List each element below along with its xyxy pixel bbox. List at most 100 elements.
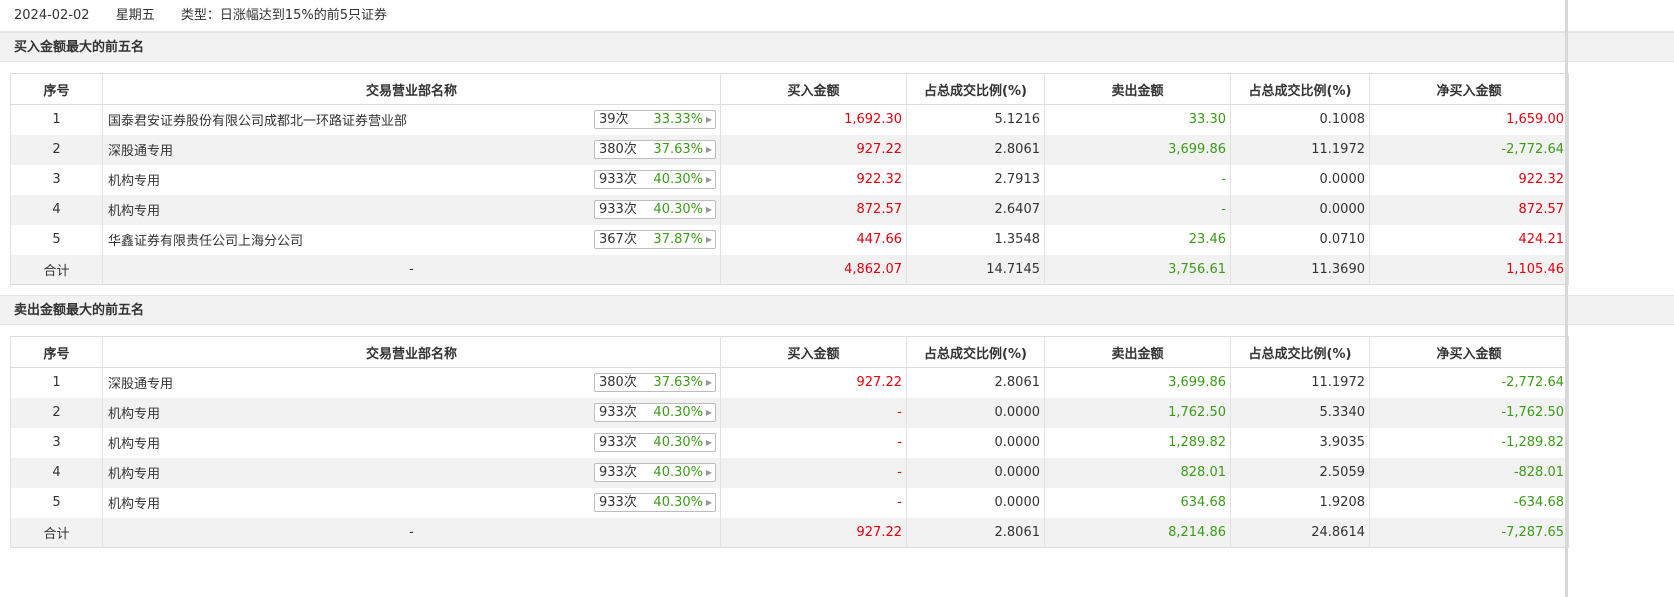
broker-cell: 深股通专用 380次 37.63% ▶ bbox=[102, 134, 721, 165]
vertical-scrollbar[interactable] bbox=[1565, 0, 1568, 597]
buy-section-title: 买入金额最大的前五名 bbox=[0, 32, 1674, 62]
broker-name-link[interactable]: 国泰君安证券股份有限公司成都北一环路证券营业部 bbox=[108, 114, 407, 129]
triangle-right-icon: ▶ bbox=[705, 204, 712, 214]
broker-stats-button[interactable]: 380次 37.63% ▶ bbox=[594, 139, 716, 159]
total-sell-amount: 8,214.86 bbox=[1044, 517, 1231, 548]
sell-percent: 1.9208 bbox=[1230, 487, 1370, 518]
triangle-right-icon: ▶ bbox=[705, 378, 712, 387]
buy-table-container: 序号 交易营业部名称 买入金额 占总成交比例(%) 卖出金额 占总成交比例(%)… bbox=[10, 73, 1668, 285]
table-row: 4 机构专用 933次 40.30% ▶ 872.57 2.6407-0.0000 872.5… bbox=[10, 194, 1569, 225]
buy-amount: 447.66 bbox=[720, 224, 907, 255]
table-row: 1 国泰君安证券股份有限公司成都北一环路证券营业部 39次 33.33% ▶ 1,692.… bbox=[10, 104, 1569, 135]
buy-percent: 2.6407 bbox=[906, 194, 1045, 225]
broker-name-link[interactable]: 华鑫证券有限责任公司上海分公司 bbox=[108, 234, 303, 249]
total-broker: - bbox=[102, 254, 721, 285]
broker-cell: 机构专用 933次 40.30% ▶ bbox=[102, 194, 721, 225]
times-count: 933次 bbox=[599, 201, 637, 217]
net-amount: 1,659.00 bbox=[1369, 104, 1569, 135]
success-rate: 37.63% bbox=[653, 141, 703, 157]
net-amount: 424.21 bbox=[1369, 224, 1569, 255]
buy-percent: 2.8061 bbox=[906, 367, 1045, 398]
buy-percent: 0.0000 bbox=[906, 487, 1045, 518]
total-net-amount: -7,287.65 bbox=[1369, 517, 1569, 548]
broker-name-link[interactable]: 机构专用 bbox=[108, 437, 160, 452]
buy-amount: 1,692.30 bbox=[720, 104, 907, 135]
buy-percent: 0.0000 bbox=[906, 427, 1045, 458]
success-rate: 40.30% bbox=[653, 464, 703, 480]
broker-stats-button[interactable]: 380次 37.63% ▶ bbox=[594, 373, 716, 392]
total-label: 合计 bbox=[10, 517, 103, 548]
sell-amount: - bbox=[1044, 194, 1231, 225]
net-amount: -2,772.64 bbox=[1369, 134, 1569, 165]
broker-cell: 国泰君安证券股份有限公司成都北一环路证券营业部 39次 33.33% ▶ bbox=[102, 104, 721, 135]
triangle-right-icon: ▶ bbox=[705, 144, 712, 154]
broker-name-link[interactable]: 机构专用 bbox=[108, 467, 160, 482]
success-rate: 40.30% bbox=[653, 434, 703, 450]
buy-amount: 922.32 bbox=[720, 164, 907, 195]
sell-table: 序号 交易营业部名称 买入金额 占总成交比例(%) 卖出金额 占总成交比例(%)… bbox=[10, 336, 1569, 548]
buy-percent: 2.8061 bbox=[906, 134, 1045, 165]
sell-percent: 3.9035 bbox=[1230, 427, 1370, 458]
row-no: 4 bbox=[10, 194, 103, 225]
sell-amount: 828.01 bbox=[1044, 457, 1231, 488]
times-count: 367次 bbox=[599, 231, 637, 247]
row-no: 4 bbox=[10, 457, 103, 488]
type-label: 类型：日涨幅达到15%的前5只证券 bbox=[180, 8, 388, 23]
times-count: 933次 bbox=[599, 494, 637, 510]
triangle-right-icon: ▶ bbox=[705, 174, 712, 184]
net-amount: -2,772.64 bbox=[1369, 367, 1569, 398]
table-row: 1 深股通专用 380次 37.63% ▶ 927.22 2.8061 3,699.86 11.… bbox=[10, 367, 1569, 398]
sell-percent: 0.0000 bbox=[1230, 164, 1370, 195]
broker-name-link[interactable]: 机构专用 bbox=[108, 204, 160, 219]
col-header-net: 净买入金额 bbox=[1369, 73, 1569, 105]
buy-percent: 0.0000 bbox=[906, 457, 1045, 488]
buy-amount: 927.22 bbox=[720, 367, 907, 398]
total-row: 合计 -927.22 2.8061 8,214.86 24.8614 -7,287.65 bbox=[10, 517, 1569, 548]
net-amount: 872.57 bbox=[1369, 194, 1569, 225]
broker-stats-button[interactable]: 933次 40.30% ▶ bbox=[594, 432, 716, 452]
broker-stats-button[interactable]: 933次 40.30% ▶ bbox=[594, 462, 716, 482]
success-rate: 33.33% bbox=[653, 112, 703, 127]
broker-name-link[interactable]: 深股通专用 bbox=[108, 377, 173, 392]
date-label: 2024-02-02 bbox=[14, 8, 90, 23]
row-no: 2 bbox=[10, 397, 103, 428]
col-header-buy: 买入金额 bbox=[720, 336, 907, 368]
broker-stats-button[interactable]: 39次 33.33% ▶ bbox=[594, 110, 716, 129]
broker-name-link[interactable]: 深股通专用 bbox=[108, 144, 173, 159]
sell-table-container: 序号 交易营业部名称 买入金额 占总成交比例(%) 卖出金额 占总成交比例(%)… bbox=[10, 336, 1668, 548]
times-count: 39次 bbox=[599, 112, 629, 127]
sell-percent: 0.0000 bbox=[1230, 194, 1370, 225]
table-row: 5 华鑫证券有限责任公司上海分公司 367次 37.87% ▶ 447.66 1.3548 2… bbox=[10, 224, 1569, 255]
broker-cell: 机构专用 933次 40.30% ▶ bbox=[102, 164, 721, 195]
table-row: 2 机构专用 933次 40.30% ▶ -0.0000 1,762.50 5.3340 -1,… bbox=[10, 397, 1569, 428]
row-no: 1 bbox=[10, 367, 103, 398]
row-no: 3 bbox=[10, 164, 103, 195]
total-sell-percent: 24.8614 bbox=[1230, 517, 1370, 548]
success-rate: 40.30% bbox=[653, 171, 703, 187]
buy-amount: - bbox=[720, 487, 907, 518]
col-header-no: 序号 bbox=[10, 336, 103, 368]
sell-amount: 23.46 bbox=[1044, 224, 1231, 255]
times-count: 933次 bbox=[599, 464, 637, 480]
broker-name-link[interactable]: 机构专用 bbox=[108, 174, 160, 189]
net-amount: -634.68 bbox=[1369, 487, 1569, 518]
broker-stats-button[interactable]: 933次 40.30% ▶ bbox=[594, 199, 716, 219]
col-header-broker: 交易营业部名称 bbox=[102, 336, 721, 368]
total-row: 合计 -4,862.07 14.7145 3,756.61 11.3690 1,105.4… bbox=[10, 254, 1569, 285]
total-buy-amount: 4,862.07 bbox=[720, 254, 907, 285]
table-row: 3 机构专用 933次 40.30% ▶ 922.32 2.7913-0.0000 922.3… bbox=[10, 164, 1569, 195]
buy-amount: - bbox=[720, 427, 907, 458]
col-header-buy-pct: 占总成交比例(%) bbox=[906, 73, 1045, 105]
broker-name-link[interactable]: 机构专用 bbox=[108, 407, 160, 422]
total-broker: - bbox=[102, 517, 721, 548]
broker-stats-button[interactable]: 933次 40.30% ▶ bbox=[594, 402, 716, 422]
buy-percent: 1.3548 bbox=[906, 224, 1045, 255]
broker-stats-button[interactable]: 933次 40.30% ▶ bbox=[594, 492, 716, 512]
broker-stats-button[interactable]: 367次 37.87% ▶ bbox=[594, 229, 716, 249]
weekday-label: 星期五 bbox=[115, 8, 155, 23]
broker-name-link[interactable]: 机构专用 bbox=[108, 497, 160, 512]
success-rate: 37.87% bbox=[653, 231, 703, 247]
col-header-buy: 买入金额 bbox=[720, 73, 907, 105]
broker-stats-button[interactable]: 933次 40.30% ▶ bbox=[594, 169, 716, 189]
sell-percent: 11.1972 bbox=[1230, 367, 1370, 398]
